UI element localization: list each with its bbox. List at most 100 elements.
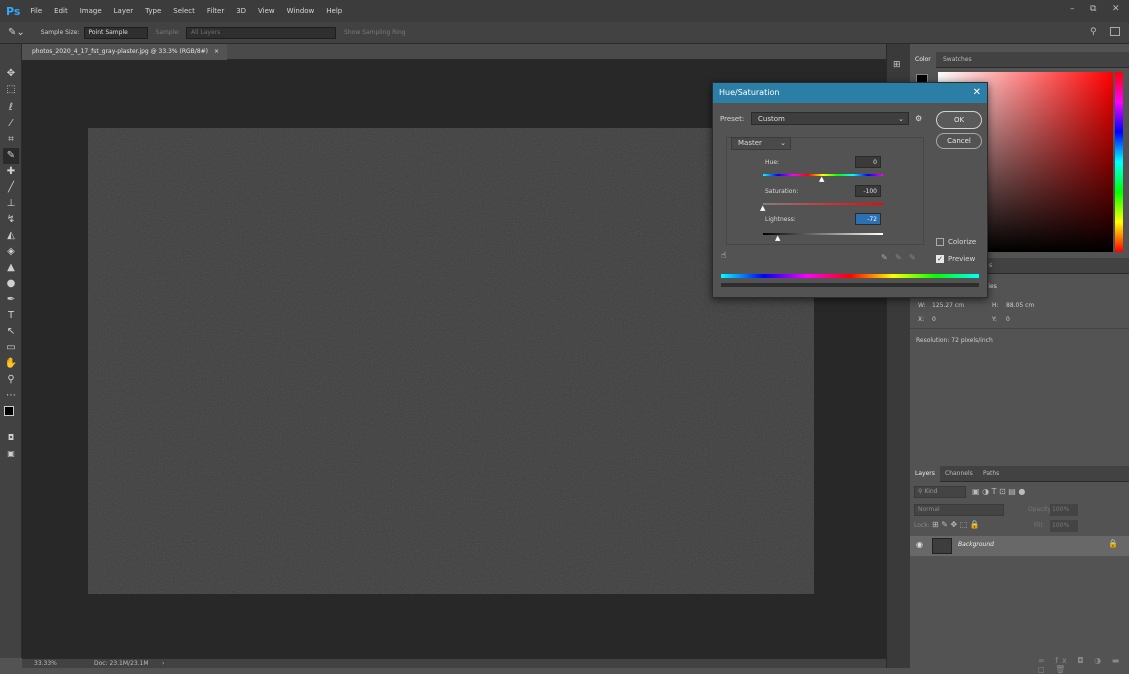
menu-edit[interactable]: Edit [54,7,68,15]
lightness-slider-thumb[interactable]: ▲ [775,234,780,242]
zoom-tool-icon[interactable]: ⚲ [3,372,19,388]
x-value[interactable]: 0 [932,316,936,323]
show-sampling-ring-checkbox[interactable]: Show Sampling Ring [344,29,406,36]
dodge-tool-icon[interactable]: ● [3,276,19,292]
width-value[interactable]: 125.27 cm [932,302,964,309]
channel-select[interactable]: Master ⌄ [731,137,791,150]
resolution-text: Resolution: 72 pixels/inch [916,337,993,344]
hue-input[interactable]: 0 [855,156,881,168]
document-tab-close-icon[interactable]: × [214,48,219,55]
hand-tool-icon[interactable]: ✋ [3,356,19,372]
lock-icons[interactable]: ⊞ ✎ ✥ ⬚ 🔒 [932,520,980,529]
menu-help[interactable]: Help [326,7,342,15]
minimize-button[interactable]: – [1070,4,1075,14]
search-icon[interactable]: ⚲ [1090,27,1097,37]
screen-mode-icon[interactable]: ▣ [3,446,19,462]
lasso-tool-icon[interactable]: ℓ [3,100,19,116]
layer-lock-icon: 🔒 [1108,539,1118,548]
type-tool-icon[interactable]: T [3,308,19,324]
menu-file[interactable]: File [30,7,42,15]
menu-view[interactable]: View [258,7,275,15]
blur-tool-icon[interactable]: ▲ [3,260,19,276]
on-image-adjust-hand-icon[interactable]: ☝ [721,251,726,261]
crop-tool-icon[interactable]: ⌗ [3,132,19,148]
y-value[interactable]: 0 [1006,316,1010,323]
history-panel-icon[interactable]: ⊞ [893,60,901,70]
height-value[interactable]: 88.05 cm [1006,302,1034,309]
document-image[interactable] [88,128,814,594]
menu-bar: Ps File Edit Image Layer Type Select Fil… [0,0,1129,22]
saturation-label: Saturation: [765,188,799,195]
eyedropper-icon[interactable]: ✎ [881,253,888,262]
more-tools-icon[interactable]: ⋯ [3,388,19,404]
result-color-bar [721,283,979,287]
blend-mode-select[interactable]: Normal [914,504,1004,516]
subtract-from-sample-eyedropper-icon[interactable]: ✎ [909,253,916,262]
saturation-slider-thumb[interactable]: ▲ [760,204,765,212]
lightness-slider-track[interactable] [763,233,883,235]
lightness-input[interactable]: -72 [855,213,881,225]
workspace-icon[interactable] [1110,27,1120,36]
cancel-button[interactable]: Cancel [936,133,982,149]
layer-visibility-eye-icon[interactable]: ◉ [916,540,923,549]
preset-select[interactable]: Custom ⌄ [751,112,909,125]
dialog-title: Hue/Saturation [719,88,780,97]
dialog-title-bar[interactable]: Hue/Saturation [713,83,987,103]
colorize-checkbox[interactable] [936,238,944,246]
layer-row[interactable]: ◉ Background 🔒 [910,536,1129,556]
menu-type[interactable]: Type [145,7,161,15]
sample-select[interactable]: All Layers [186,26,337,39]
fill-input[interactable]: 100% [1050,520,1078,532]
document-tab[interactable]: photos_2020_4_17_fst_gray-plaster.jpg @ … [22,44,227,60]
menu-image[interactable]: Image [80,7,102,15]
preset-options-gear-icon[interactable]: ⚙ [915,114,922,123]
saturation-slider-track[interactable] [763,203,883,205]
marquee-tool-icon[interactable]: ⬚ [3,82,19,98]
layers-footer-icons[interactable]: ∞ fx ◘ ◑ ▬ ◻ 🗑 [1038,656,1129,674]
photoshop-logo: Ps [6,4,21,18]
hue-slider-thumb[interactable]: ▲ [819,175,824,183]
move-tool-icon[interactable]: ✥ [3,66,19,82]
magic-wand-tool-icon[interactable]: ⁄ [3,116,19,132]
menu-window[interactable]: Window [287,7,315,15]
add-to-sample-eyedropper-icon[interactable]: ✎ [895,253,902,262]
tab-color[interactable]: Color [910,52,936,68]
healing-brush-tool-icon[interactable]: ✚ [3,164,19,180]
tab-swatches[interactable]: Swatches [938,52,977,68]
foreground-color-swatch[interactable] [4,406,14,416]
quick-mask-icon[interactable]: ◘ [3,430,19,446]
sample-size-select[interactable]: Point Sample [83,26,148,39]
menu-filter[interactable]: Filter [207,7,224,15]
opacity-input[interactable]: 100% [1050,504,1078,516]
eyedropper-tool-preset-icon[interactable]: ✎⌄ [8,27,25,38]
layer-filter-kind-select[interactable]: ⚲ Kind [914,486,966,498]
layer-name[interactable]: Background [958,541,994,548]
paint-bucket-tool-icon[interactable]: ◈ [3,244,19,260]
tab-channels[interactable]: Channels [940,466,978,482]
dialog-close-icon[interactable]: ✕ [973,83,981,103]
tab-paths[interactable]: Paths [978,466,1004,482]
document-tab-bar: photos_2020_4_17_fst_gray-plaster.jpg @ … [22,44,886,60]
preview-checkbox[interactable]: ✓ [936,255,944,263]
restore-button[interactable]: ⧉ [1090,4,1096,14]
ok-button[interactable]: OK [936,111,982,129]
hue-slider[interactable] [1115,72,1123,252]
menu-layer[interactable]: Layer [114,7,134,15]
menu-select[interactable]: Select [173,7,195,15]
menu-3d[interactable]: 3D [236,7,246,15]
path-selection-tool-icon[interactable]: ↖ [3,324,19,340]
brush-tool-icon[interactable]: ╱ [3,180,19,196]
clone-stamp-tool-icon[interactable]: ⊥ [3,196,19,212]
history-brush-tool-icon[interactable]: ↯ [3,212,19,228]
pen-tool-icon[interactable]: ✒ [3,292,19,308]
eraser-tool-icon[interactable]: ◭ [3,228,19,244]
sample-size-label: Sample Size: [40,29,80,36]
properties-divider [910,328,1129,329]
close-window-button[interactable]: ✕ [1112,4,1120,14]
rectangle-tool-icon[interactable]: ▭ [3,340,19,356]
layer-filter-icons[interactable]: ▣ ◑ T ⊡ ▤ ● [972,487,1025,496]
tab-layers[interactable]: Layers [910,466,940,482]
hue-label: Hue: [765,159,780,166]
saturation-input[interactable]: -100 [855,185,881,197]
eyedropper-tool-icon[interactable]: ✎ [3,148,19,164]
